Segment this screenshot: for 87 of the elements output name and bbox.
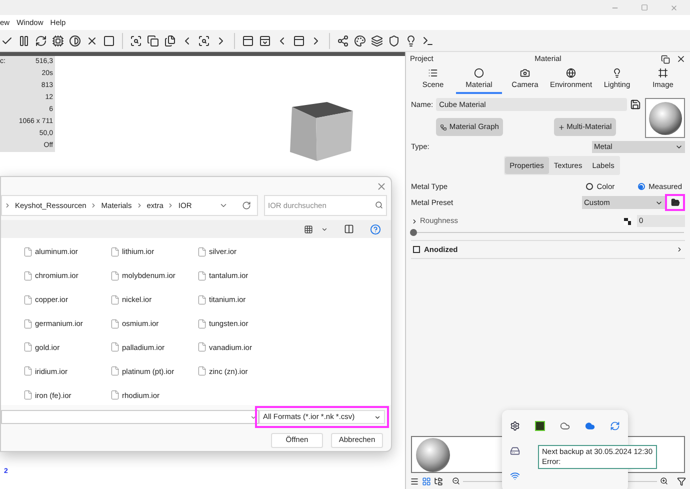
zoom-in-icon[interactable] <box>660 477 668 485</box>
dropdown-icon[interactable] <box>219 201 228 210</box>
checker-icon <box>624 218 631 224</box>
graph-icon <box>440 124 448 130</box>
contrast-icon[interactable] <box>68 34 82 48</box>
file-icon <box>197 342 207 352</box>
sync-icon[interactable] <box>610 421 620 432</box>
chevron-icon <box>167 202 174 209</box>
app-icon[interactable] <box>534 421 545 432</box>
file-icon <box>23 294 33 305</box>
plus-icon <box>558 124 565 130</box>
bulb-icon <box>612 68 622 78</box>
file-icon <box>23 270 33 281</box>
refresh-icon[interactable] <box>34 34 48 48</box>
caret-icon[interactable] <box>321 226 328 232</box>
grid-view-icon[interactable] <box>422 476 431 486</box>
signal-icon[interactable] <box>510 470 520 481</box>
checkbox[interactable] <box>413 246 420 253</box>
close-icon[interactable] <box>676 54 686 64</box>
scan-icon[interactable] <box>129 34 143 48</box>
list-view-icon[interactable] <box>410 476 419 486</box>
preview-pane-icon[interactable] <box>344 224 354 234</box>
palette-icon[interactable] <box>353 34 367 48</box>
copy-icon[interactable] <box>146 34 160 48</box>
panel-icon[interactable] <box>258 34 272 48</box>
search-icon <box>375 201 383 209</box>
file-icon <box>110 342 120 352</box>
file-icon <box>23 318 33 329</box>
cloud-icon[interactable] <box>560 421 570 432</box>
chip-icon[interactable] <box>51 34 65 48</box>
file-icon <box>23 390 33 400</box>
file-icon <box>197 247 207 257</box>
chevron-icon <box>136 202 143 209</box>
caret-icon <box>675 143 683 151</box>
shield-icon[interactable] <box>387 34 401 48</box>
frame-icon[interactable] <box>102 34 116 48</box>
folder-button[interactable] <box>665 194 685 211</box>
filter-icon[interactable] <box>677 476 686 486</box>
globe-icon <box>566 68 576 78</box>
file-icon <box>110 270 120 281</box>
file-icon <box>110 247 120 257</box>
zoom-out-icon[interactable] <box>452 477 460 485</box>
file-icon <box>110 366 120 376</box>
file-icon <box>23 366 33 376</box>
refresh-icon[interactable] <box>242 201 251 210</box>
cube-drawing <box>289 102 355 162</box>
slider-thumb[interactable] <box>410 229 417 236</box>
file-icon <box>197 294 207 305</box>
expand-icon[interactable] <box>411 218 418 224</box>
files-icon[interactable] <box>163 34 177 48</box>
chevron-icon <box>4 202 11 209</box>
tree-view-icon[interactable] <box>434 476 443 486</box>
view-icon[interactable] <box>304 224 313 234</box>
caret-icon <box>374 414 381 420</box>
file-icon <box>110 390 120 400</box>
file-icon <box>197 366 207 376</box>
cloud-icon[interactable] <box>585 421 596 432</box>
file-icon <box>197 318 207 329</box>
file-name-field[interactable] <box>1 410 259 424</box>
slider-track[interactable] <box>412 229 684 236</box>
camera-icon <box>520 68 530 78</box>
file-icon <box>110 294 120 305</box>
radio[interactable] <box>638 183 645 190</box>
caret-icon[interactable] <box>250 414 257 420</box>
help-icon[interactable] <box>370 224 381 234</box>
drive-icon[interactable] <box>510 446 520 456</box>
list-icon <box>428 68 438 78</box>
gear-icon[interactable] <box>510 421 520 432</box>
file-icon <box>197 270 207 281</box>
panel-icon[interactable] <box>292 34 306 48</box>
sphere-thumbnail[interactable] <box>416 438 450 472</box>
folder-icon <box>670 198 680 207</box>
scan-icon[interactable] <box>197 34 211 48</box>
file-icon <box>23 247 33 257</box>
save-icon[interactable] <box>630 99 641 110</box>
layers-icon[interactable] <box>370 34 384 48</box>
file-icon <box>23 342 33 352</box>
file-icon <box>110 318 120 329</box>
chevron-icon <box>90 202 98 209</box>
panel-icon[interactable] <box>241 34 255 48</box>
frame-icon <box>658 68 668 78</box>
restore-icon[interactable] <box>661 54 670 64</box>
chevron-icon[interactable] <box>676 246 683 253</box>
radio[interactable] <box>586 183 593 190</box>
pause-icon[interactable] <box>17 34 31 48</box>
sphere-icon <box>474 68 484 78</box>
nodes-icon[interactable] <box>336 34 350 48</box>
